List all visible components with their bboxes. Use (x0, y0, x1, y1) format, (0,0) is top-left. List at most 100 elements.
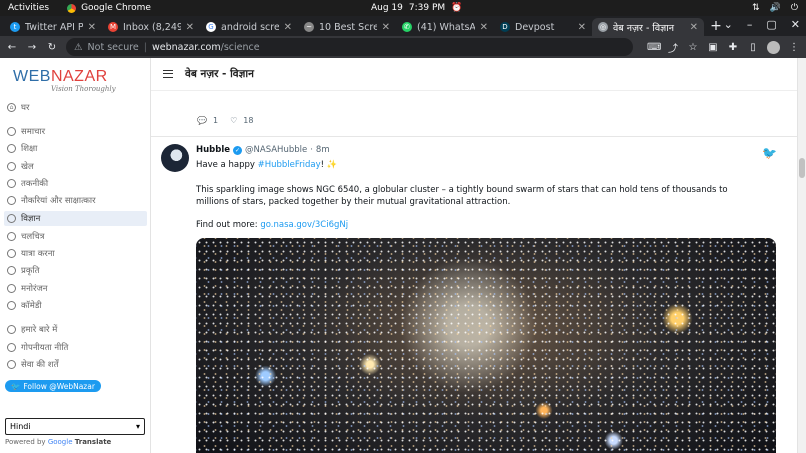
sidebar-item-entertainment[interactable]: मनोरंजन (4, 281, 147, 296)
flask-icon (7, 214, 16, 223)
tab-label: वेब नज़र - विज्ञान (613, 22, 674, 34)
volume-icon: 🔊 (769, 3, 781, 13)
tab-search-icon[interactable]: ⌄ (724, 18, 733, 31)
profile-avatar[interactable] (767, 40, 780, 54)
app-name: Google Chrome (81, 3, 151, 13)
sidebar-item-tech[interactable]: तकनीकी (4, 176, 147, 191)
tab-strip: t Twitter API Pla ✕ M Inbox (8,249) ✕ G … (0, 16, 806, 36)
sidebar-item-about[interactable]: हमारे बारे में (4, 322, 147, 337)
window-controls: ⌄ – ▢ ✕ (724, 18, 800, 31)
sidebar-item-jobs[interactable]: नौकरियां और साक्षात्कार (4, 193, 147, 208)
logo-wordmark: WEBNAZAR (13, 68, 108, 85)
reply-icon: 💬 (197, 116, 207, 125)
menu-icon[interactable] (163, 70, 173, 78)
extension-icon[interactable]: ▣ (707, 42, 719, 53)
page-scrollbar[interactable] (797, 58, 806, 453)
tweet-author-name[interactable]: Hubble (196, 145, 230, 155)
chip-icon (7, 179, 16, 188)
language-selected: Hindi (10, 422, 31, 431)
close-window-icon[interactable]: ✕ (791, 18, 800, 31)
close-icon[interactable]: ✕ (578, 22, 586, 33)
close-icon[interactable]: ✕ (382, 22, 390, 33)
chevron-down-icon: ▾ (135, 422, 140, 431)
like-action[interactable]: ♡ 18 (230, 116, 253, 125)
close-icon[interactable]: ✕ (690, 22, 698, 33)
hashtag-link[interactable]: #HubbleFriday (258, 160, 321, 170)
back-icon[interactable]: ← (6, 42, 18, 53)
page-icon: ~ (304, 22, 314, 32)
google-icon: G (206, 22, 216, 32)
sidebar-item-news[interactable]: समाचार (4, 124, 147, 139)
follow-label: Follow @WebNazar (23, 381, 95, 391)
tweet-author-avatar[interactable] (161, 144, 189, 172)
logo-tagline: Vision Thoroughly (51, 85, 116, 93)
video-icon (7, 284, 16, 293)
clock[interactable]: Aug 19 7:39 PM ⏰ (371, 3, 462, 13)
sidebar-item-sports[interactable]: खेल (4, 159, 147, 174)
address-bar[interactable]: ⚠ Not secure | webnazar.com/science (66, 38, 633, 56)
sidebar-item-comedy[interactable]: कॉमेडी (4, 298, 147, 313)
sidebar-item-privacy[interactable]: गोपनीयता नीति (4, 340, 147, 355)
star-field (196, 238, 776, 453)
scrollbar-thumb[interactable] (799, 158, 805, 178)
extensions-puzzle-icon[interactable]: ✚ (727, 42, 739, 53)
twitter-logo-icon[interactable]: 🐦 (762, 146, 777, 160)
close-icon[interactable]: ✕ (284, 22, 292, 33)
tab-whatsapp[interactable]: ✆ (41) WhatsApp ✕ (396, 18, 494, 36)
sidebar-item-travel[interactable]: यात्रा करना (4, 246, 147, 261)
tweet-author-handle[interactable]: @NASAHubble (245, 145, 307, 155)
forward-icon[interactable]: → (26, 42, 38, 53)
sidebar-item-movies[interactable]: चलचित्र (4, 229, 147, 244)
chrome-icon (67, 3, 77, 13)
bookmark-star-icon[interactable]: ☆ (687, 42, 699, 53)
clock-date: Aug 19 (371, 3, 403, 13)
power-icon: ⏻ (790, 3, 798, 13)
app-menu[interactable]: Google Chrome (67, 3, 151, 13)
heart-icon: ♡ (230, 116, 238, 125)
tab-gmail[interactable]: M Inbox (8,249) ✕ (102, 18, 200, 36)
whatsapp-icon: ✆ (402, 22, 412, 32)
plane-icon (7, 249, 16, 258)
google-wordmark[interactable]: Google (48, 438, 73, 446)
leaf-icon (7, 266, 16, 275)
translate-icon[interactable]: ⌨ (647, 42, 661, 53)
reply-action[interactable]: 💬 1 (197, 116, 218, 125)
activities-button[interactable]: Activities (8, 3, 49, 13)
minimize-icon[interactable]: – (747, 18, 753, 31)
tab-label: Twitter API Pla (25, 21, 83, 33)
close-icon[interactable]: ✕ (88, 22, 96, 33)
smile-icon (7, 301, 16, 310)
sidebar-item-nature[interactable]: प्रकृति (4, 263, 147, 278)
side-panel-icon[interactable]: ▯ (747, 42, 759, 53)
reload-icon[interactable]: ↻ (46, 42, 58, 53)
globe-icon: ◎ (598, 22, 608, 32)
sidebar-item-terms[interactable]: सेवा की शर्तें (4, 357, 147, 372)
menu-dots-icon[interactable]: ⋮ (788, 42, 800, 53)
page-header: वेब नज़र - विज्ञान (151, 58, 806, 91)
close-icon[interactable]: ✕ (480, 22, 488, 33)
warning-icon[interactable]: ⚠ (74, 42, 83, 53)
twitter-follow-button[interactable]: 🐦 Follow @WebNazar (5, 380, 101, 392)
maximize-icon[interactable]: ▢ (766, 18, 776, 31)
tab-screen-recorders[interactable]: ~ 10 Best Screen ✕ (298, 18, 396, 36)
tab-twitter-api[interactable]: t Twitter API Pla ✕ (4, 18, 102, 36)
tweet-image-star-cluster[interactable] (196, 238, 776, 453)
tweet-timestamp[interactable]: 8m (316, 145, 330, 155)
tab-devpost[interactable]: D Devpost ✕ (494, 18, 592, 36)
tweet-header: Hubble ✓ @NASAHubble · 8m (196, 145, 330, 155)
tab-google-search[interactable]: G android scree ✕ (200, 18, 298, 36)
sidebar-item-education[interactable]: शिक्षा (4, 141, 147, 156)
book-icon (7, 144, 16, 153)
site-logo[interactable]: WEBNAZAR Vision Thoroughly (13, 68, 116, 93)
sidebar-item-home[interactable]: ⌂ घर (4, 100, 147, 115)
sidebar-item-science[interactable]: विज्ञान (4, 211, 147, 226)
tab-label: 10 Best Screen (319, 21, 377, 33)
system-tray[interactable]: ⇅ 🔊 ⏻ (752, 3, 798, 13)
system-top-bar: Activities Google Chrome Aug 19 7:39 PM … (0, 0, 806, 16)
language-select[interactable]: Hindi ▾ (5, 418, 145, 435)
tweet-link[interactable]: go.nasa.gov/3Ci6gNj (260, 220, 348, 230)
tab-webnazar-science[interactable]: ◎ वेब नज़र - विज्ञान ✕ (592, 18, 704, 36)
close-icon[interactable]: ✕ (186, 22, 194, 33)
network-icon: ⇅ (752, 3, 760, 13)
share-icon[interactable]: ⤴ (667, 40, 679, 55)
